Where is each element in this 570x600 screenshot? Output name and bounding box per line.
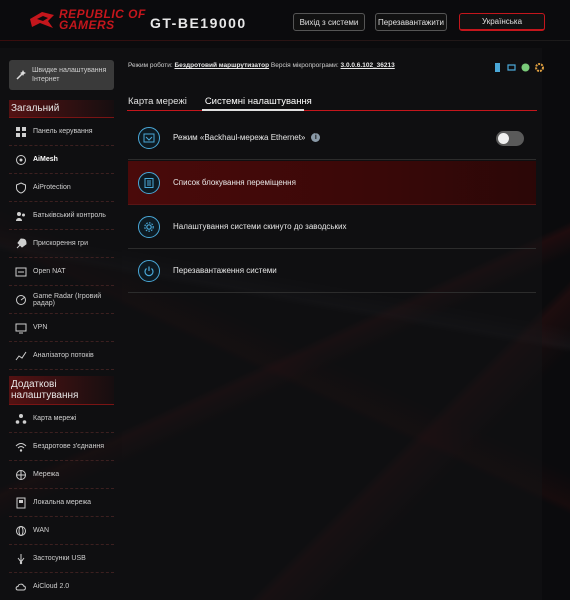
sidebar-item-rocket[interactable]: Прискорення гри (9, 230, 114, 258)
sidebar-item-network[interactable]: Мережа (9, 461, 114, 489)
ethernet-backhaul-row: Режим «Backhaul-мережа Ethernet» i (128, 116, 536, 160)
ethernet-backhaul-icon (138, 126, 160, 149)
sidebar-item-label: Бездротове з'єднання (33, 443, 105, 450)
mesh-status-icon[interactable] (520, 60, 531, 72)
open-nat-icon (15, 267, 27, 276)
wireless-icon (15, 442, 27, 452)
parental-control-icon (16, 211, 25, 221)
advanced-nav-list: Карта мережі Бездротове з'єднання Мережа Ло… (0, 405, 122, 600)
rocket-icon (16, 237, 27, 248)
roaming-block-list-icon (138, 171, 160, 194)
traffic-analyzer-icon (15, 351, 27, 360)
wan-icon (16, 525, 26, 536)
sidebar-item-label: AiProtection (33, 184, 71, 191)
sidebar-item-label: VPN (33, 324, 48, 331)
sidebar-item-label: AiCloud 2.0 (33, 583, 70, 590)
power-icon (138, 259, 160, 282)
settings-status-icon[interactable] (534, 60, 545, 72)
sidebar-item-label: Open NAT (33, 268, 66, 275)
sidebar-item-label: Карта мережі (33, 415, 77, 422)
system-reboot-row[interactable]: Перезавантаження системи (128, 249, 536, 293)
logout-button[interactable]: Вихід з системи (293, 13, 365, 31)
info-icon[interactable]: i (311, 133, 321, 142)
quick-internet-setup-button[interactable]: Швидке налаштування Інтернет (9, 60, 114, 90)
sidebar-item-label: Мережа (33, 471, 60, 478)
wan-status-icon[interactable] (492, 60, 503, 72)
sidebar: Швидке налаштування Інтернет Загальний П… (0, 60, 122, 600)
firmware-label: Версія мікропрограми: (270, 62, 339, 69)
shield-icon (16, 181, 26, 194)
status-line: Режим роботи: Бездротовий маршрутизатор … (128, 62, 395, 69)
general-section-title: Загальний (9, 100, 114, 118)
network-map-icon (15, 413, 27, 424)
sidebar-item-game-radar[interactable]: Game Radar (Ігровий радар) (9, 286, 114, 314)
wand-icon (16, 70, 26, 80)
sidebar-item-label: Панель керування (33, 128, 93, 135)
tabs-divider (127, 110, 537, 111)
rog-logo[interactable]: REPUBLIC OF GAMERS (28, 8, 146, 32)
sidebar-item-traffic-analyzer[interactable]: Аналізатор потоків (9, 342, 114, 370)
sidebar-item-label: Батьківський контроль (33, 212, 106, 219)
brand-text: REPUBLIC OF GAMERS (59, 8, 146, 32)
aicloud-icon (15, 583, 26, 590)
rog-eye-icon (30, 12, 54, 28)
mode-value-link[interactable]: Бездротовий маршрутизатор (175, 62, 270, 69)
system-reboot-label: Перезавантаження системи (173, 266, 277, 275)
reboot-button[interactable]: Перезавантажити (375, 13, 447, 31)
sidebar-item-label: Прискорення гри (33, 240, 88, 247)
network-icon (16, 469, 26, 480)
ethernet-backhaul-label: Режим «Backhaul-мережа Ethernet» (173, 133, 306, 142)
sidebar-item-aimesh[interactable]: AiMesh (9, 146, 114, 174)
sidebar-item-label: Аналізатор потоків (33, 352, 94, 359)
roaming-block-list-label: Список блокування переміщення (173, 178, 296, 187)
game-radar-icon (16, 294, 26, 305)
tab-network-map[interactable]: Карта мережі (128, 96, 187, 111)
firmware-value-link[interactable]: 3.0.0.6.102_36213 (341, 62, 395, 69)
sidebar-item-wireless[interactable]: Бездротове з'єднання (9, 433, 114, 461)
sidebar-item-label: Локальна мережа (33, 499, 92, 506)
roaming-block-list-row[interactable]: Список блокування переміщення (128, 161, 536, 205)
mode-label: Режим роботи: (128, 62, 173, 69)
sidebar-item-label: Game Radar (Ігровий радар) (33, 292, 102, 307)
factory-reset-row[interactable]: Налаштування системи скинуто до заводськ… (128, 205, 536, 249)
sidebar-item-open-nat[interactable]: Open NAT (9, 258, 114, 286)
general-nav-list: Панель керування AiMesh AiProtection Батькі… (0, 118, 122, 370)
lan-icon (16, 497, 26, 508)
sidebar-item-vpn[interactable]: VPN (9, 314, 114, 342)
sidebar-item-lan[interactable]: Локальна мережа (9, 489, 114, 517)
header-divider (0, 40, 570, 41)
language-select[interactable]: Українська (459, 13, 545, 31)
factory-reset-icon (138, 215, 160, 238)
advanced-section-title: Додаткові налаштування (9, 376, 114, 405)
usb-icon (17, 553, 25, 564)
sidebar-item-label: Застосунки USB (33, 555, 86, 562)
usb-status-icon[interactable] (506, 60, 517, 71)
sidebar-item-aicloud[interactable]: AiCloud 2.0 (9, 573, 114, 600)
sidebar-item-shield[interactable]: AiProtection (9, 174, 114, 202)
ethernet-backhaul-toggle[interactable] (496, 131, 524, 146)
dashboard-icon (16, 126, 26, 137)
sidebar-item-label: AiMesh (33, 156, 58, 163)
selected-tab-indicator (202, 109, 304, 111)
header: REPUBLIC OF GAMERS GT-BE19000 Вихід з си… (0, 0, 570, 46)
quick-setup-label: Швидке налаштування Інтернет (32, 67, 107, 83)
status-icons (492, 60, 545, 72)
factory-reset-label: Налаштування системи скинуто до заводськ… (173, 222, 347, 231)
sidebar-item-label: WAN (33, 527, 50, 534)
sidebar-item-network-map[interactable]: Карта мережі (9, 405, 114, 433)
aimesh-icon (16, 154, 26, 165)
sidebar-item-wan[interactable]: WAN (9, 517, 114, 545)
brand-line-2: GAMERS (59, 18, 115, 32)
sidebar-item-usb[interactable]: Застосунки USB (9, 545, 114, 573)
sidebar-item-parental-control[interactable]: Батьківський контроль (9, 202, 114, 230)
sidebar-item-dashboard[interactable]: Панель керування (9, 118, 114, 146)
vpn-icon (15, 323, 27, 333)
model-name: GT-BE19000 (150, 15, 247, 31)
